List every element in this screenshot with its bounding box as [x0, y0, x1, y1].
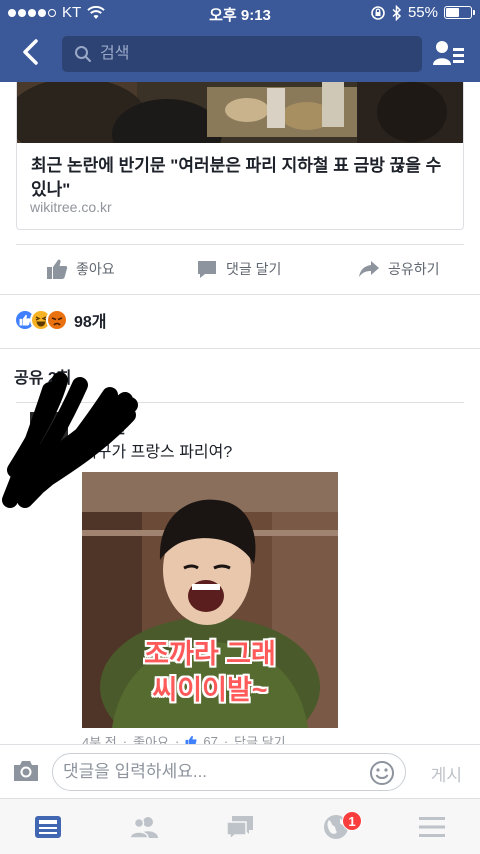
angry-reaction-icon [46, 309, 68, 331]
link-preview-image [17, 82, 463, 143]
share-arrow-icon [359, 261, 379, 277]
image-caption-line2: 씨이이발~ [152, 675, 268, 705]
chevron-left-icon [23, 39, 38, 65]
menu-icon [419, 817, 445, 837]
nav-bar [0, 30, 480, 76]
tab-friends[interactable] [96, 799, 192, 854]
like-label: 좋아요 [76, 261, 115, 277]
messages-icon [226, 816, 253, 840]
share-count[interactable]: 공유 2회 [14, 364, 72, 388]
comment-button[interactable]: 댓글 달기 [196, 245, 281, 293]
comment-input-box[interactable] [52, 753, 406, 791]
status-right: 55% [370, 4, 475, 21]
news-feed-icon [35, 816, 61, 838]
like-button[interactable]: 좋아요 [46, 245, 115, 293]
tab-bar: 1 [0, 798, 480, 854]
friend-requests-button[interactable] [432, 38, 466, 68]
post-actions: 좋아요 댓글 달기 공유하기 [0, 245, 480, 293]
notification-badge: 1 [342, 811, 362, 831]
battery-icon [444, 6, 475, 19]
search-bar[interactable] [62, 36, 422, 72]
status-bar: KT 오후 9:13 55% [0, 0, 480, 26]
comment-bubble-icon [198, 261, 216, 278]
divider [0, 294, 480, 295]
battery-level-fill [446, 8, 460, 17]
battery-percent: 55% [407, 4, 438, 21]
share-button[interactable]: 공유하기 [358, 245, 440, 293]
friend-list-icon [433, 41, 464, 65]
share-label: 공유하기 [388, 261, 440, 277]
commenter-avatar[interactable] [30, 412, 68, 450]
reactions-summary[interactable]: 98개 [14, 306, 107, 334]
tab-notifications[interactable]: 1 [288, 799, 384, 854]
link-domain: wikitree.co.kr [30, 199, 112, 215]
sticker-button[interactable] [369, 760, 395, 786]
camera-button[interactable] [12, 759, 40, 785]
comment-input[interactable] [63, 762, 353, 782]
comment-image[interactable]: 조까라 그래 씨이이발~ [82, 472, 338, 728]
image-caption-line1: 조까라 그래 [144, 639, 276, 669]
thumbs-up-icon [47, 259, 68, 279]
comment-text: 대구가 프랑스 파리여? [82, 444, 233, 461]
divider [16, 402, 464, 403]
comment-composer: 게시 [0, 744, 480, 798]
orientation-lock-icon [371, 5, 385, 20]
tab-messages[interactable] [192, 799, 288, 854]
tab-news-feed[interactable] [0, 799, 96, 854]
link-headline[interactable]: 최근 논란에 반기문 "여러분은 파리 지하철 표 금방 끊을 수 있나" [31, 154, 453, 202]
top-bar: KT 오후 9:13 55% [0, 0, 480, 82]
search-icon [75, 46, 91, 62]
commenter-name[interactable]: 노동환 [82, 414, 126, 438]
search-input[interactable] [100, 45, 400, 63]
back-button[interactable] [14, 36, 46, 68]
reaction-count: 98개 [74, 314, 107, 331]
post-comment-button[interactable]: 게시 [431, 761, 462, 786]
tab-more[interactable] [384, 799, 480, 854]
camera-icon [14, 761, 38, 781]
comment-label: 댓글 달기 [226, 261, 282, 277]
friends-icon [129, 817, 158, 839]
smiley-icon [370, 761, 394, 785]
divider [0, 348, 480, 349]
bluetooth-icon [392, 4, 402, 21]
